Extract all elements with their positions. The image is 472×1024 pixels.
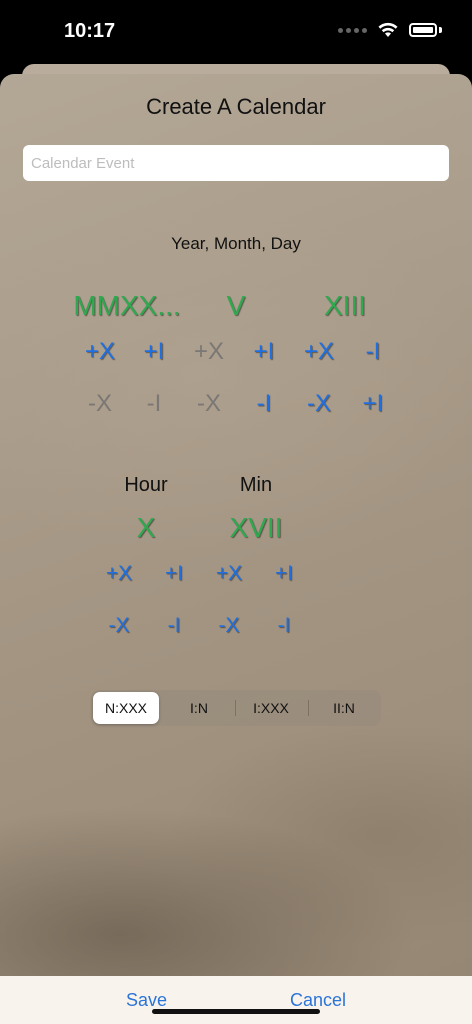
segment-n-xxx[interactable]: N:XXX <box>93 692 159 724</box>
status-bar: 10:17 <box>0 0 472 66</box>
segment-divider <box>308 700 309 716</box>
hour-value: X <box>136 512 156 543</box>
segment-i-n[interactable]: I:N <box>166 692 232 724</box>
hour-plus-one-button[interactable]: +I <box>149 562 199 586</box>
date-label: Year, Month, Day <box>171 234 301 253</box>
month-minus-one-button[interactable]: -I <box>239 390 289 418</box>
day-minus-ten-button[interactable]: -X <box>294 390 344 418</box>
battery-icon <box>409 23 437 37</box>
status-time: 10:17 <box>64 20 116 42</box>
min-minus-one-button[interactable]: -I <box>259 614 309 638</box>
hour-label: Hour <box>124 474 168 496</box>
year-value: MMXX... <box>73 290 181 321</box>
day-minus-one-top-button[interactable]: -I <box>348 338 398 366</box>
home-indicator <box>152 1009 320 1014</box>
battery-cap-icon <box>439 27 442 33</box>
save-button[interactable]: Save <box>126 990 167 1011</box>
segment-i-xxx[interactable]: I:XXX <box>238 692 304 724</box>
hour-minus-ten-button[interactable]: -X <box>94 614 144 638</box>
month-value: V <box>226 290 246 321</box>
month-minus-ten-button[interactable]: -X <box>184 390 234 418</box>
sheet-title: Create A Calendar <box>146 94 326 119</box>
hour-minus-one-button[interactable]: -I <box>149 614 199 638</box>
min-plus-ten-button[interactable]: +X <box>204 562 254 586</box>
create-calendar-sheet: Create A Calendar Year, Month, Day MMXX.… <box>0 74 472 1024</box>
month-plus-ten-button[interactable]: +X <box>184 338 234 366</box>
year-plus-ten-button[interactable]: +X <box>75 338 125 366</box>
year-minus-one-button[interactable]: -I <box>129 390 179 418</box>
segment-ii-n[interactable]: II:N <box>311 692 377 724</box>
min-plus-one-button[interactable]: +I <box>259 562 309 586</box>
month-plus-one-button[interactable]: +I <box>239 338 289 366</box>
day-value: XIII <box>323 290 366 321</box>
cancel-button[interactable]: Cancel <box>290 990 346 1011</box>
min-label: Min <box>239 474 273 496</box>
segment-divider <box>235 700 236 716</box>
day-plus-one-bottom-button[interactable]: +I <box>348 390 398 418</box>
min-minus-ten-button[interactable]: -X <box>204 614 254 638</box>
day-plus-ten-button[interactable]: +X <box>294 338 344 366</box>
wifi-icon <box>378 22 398 37</box>
year-plus-one-button[interactable]: +I <box>129 338 179 366</box>
bottom-toolbar: Save Cancel <box>0 976 472 1024</box>
calendar-event-input[interactable] <box>23 145 449 181</box>
year-minus-ten-button[interactable]: -X <box>75 390 125 418</box>
status-icons <box>338 22 442 38</box>
ratio-segmented-control: N:XXX I:N I:XXX II:N <box>91 690 381 726</box>
cellular-signal-icon <box>338 27 367 33</box>
min-value: XVII <box>229 512 283 543</box>
hour-plus-ten-button[interactable]: +X <box>94 562 144 586</box>
